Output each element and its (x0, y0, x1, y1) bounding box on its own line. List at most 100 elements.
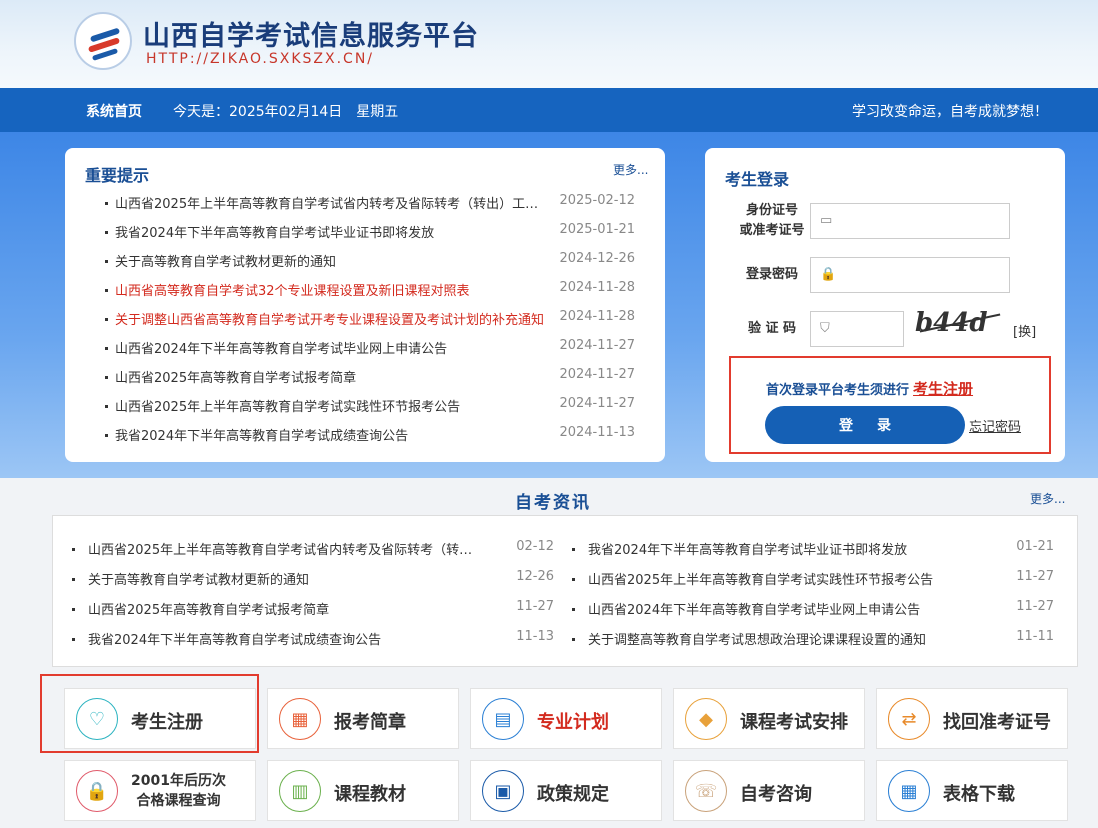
notice-item-title[interactable]: 关于高等教育自学考试教材更新的通知 (115, 251, 545, 270)
lock-icon: 🔒 (820, 267, 837, 282)
site-header: 山西自学考试信息服务平台 HTTP://ZIKAO.SXKSZX.CN/ (0, 0, 1098, 88)
bullet (105, 231, 108, 234)
notice-item-date: 2025-02-12 (559, 193, 635, 208)
notice-item[interactable]: 关于调整山西省高等教育自学考试开考专业课程设置及考试计划的补充通知 2024-11… (105, 309, 635, 329)
quick-link-tile[interactable]: ▦ 报考简章 (267, 688, 459, 749)
quick-link-tile[interactable]: ▥ 课程教材 (267, 760, 459, 821)
bullet (105, 260, 108, 263)
news-item[interactable]: 山西省2025年上半年高等教育自学考试省内转考及省际转考（转出） 02-12 (72, 539, 554, 559)
news-item-title[interactable]: 山西省2024年下半年高等教育自学考试毕业网上申请公告 (588, 599, 983, 618)
important-notice-panel: 重要提示 更多... 山西省2025年上半年高等教育自学考试省内转考及省际转考（… (65, 148, 665, 462)
notice-item-title[interactable]: 山西省2025年高等教育自学考试报考简章 (115, 367, 545, 386)
bullet (72, 548, 75, 551)
quick-link-label: 报考简章 (334, 712, 406, 733)
news-item-date: 11-27 (1016, 599, 1054, 614)
notice-item-title[interactable]: 我省2024年下半年高等教育自学考试毕业证书即将发放 (115, 222, 545, 241)
forgot-password-link[interactable]: 忘记密码 (969, 416, 1021, 435)
site-logo (74, 12, 132, 70)
notice-item[interactable]: 山西省高等教育自学考试32个专业课程设置及新旧课程对照表 2024-11-28 (105, 280, 635, 300)
notice-item[interactable]: 我省2024年下半年高等教育自学考试毕业证书即将发放 2025-01-21 (105, 222, 635, 242)
news-item[interactable]: 山西省2025年高等教育自学考试报考简章 11-27 (72, 599, 554, 619)
nav-slogan: 学习改变命运，自考成就梦想！ (852, 104, 1048, 120)
news-item-date: 12-26 (516, 569, 554, 584)
news-more-link[interactable]: 更多... (1030, 490, 1065, 507)
first-login-hint: 首次登录平台考生须进行 考生注册 (766, 380, 974, 398)
quick-link-tile[interactable]: ⇄ 找回准考证号 (876, 688, 1068, 749)
notice-more-link[interactable]: 更多... (613, 161, 648, 178)
notice-item-date: 2025-01-21 (559, 222, 635, 237)
notice-item-date: 2024-11-27 (559, 367, 635, 382)
heart-icon: ♡ (76, 698, 118, 740)
news-item-title[interactable]: 关于高等教育自学考试教材更新的通知 (88, 569, 483, 588)
bullet (105, 347, 108, 350)
quick-link-tile[interactable]: ◆ 课程考试安排 (673, 688, 865, 749)
id-label: 身份证号 或准考证号 (739, 203, 805, 238)
news-item-title[interactable]: 我省2024年下半年高等教育自学考试毕业证书即将发放 (588, 539, 983, 558)
bullet (105, 434, 108, 437)
notice-title: 重要提示 (85, 166, 150, 185)
notice-item[interactable]: 山西省2025年上半年高等教育自学考试实践性环节报考公告 2024-11-27 (105, 396, 635, 416)
news-item-title[interactable]: 山西省2025年上半年高等教育自学考试实践性环节报考公告 (588, 569, 983, 588)
bullet (72, 638, 75, 641)
register-link[interactable]: 考生注册 (913, 380, 973, 398)
notice-item[interactable]: 我省2024年下半年高等教育自学考试成绩查询公告 2024-11-13 (105, 425, 635, 445)
news-item-title[interactable]: 关于调整高等教育自学考试思想政治理论课课程设置的通知 (588, 629, 983, 648)
site-title: 山西自学考试信息服务平台 (143, 21, 479, 52)
news-item[interactable]: 关于高等教育自学考试教材更新的通知 12-26 (72, 569, 554, 589)
quick-link-tile[interactable]: ▦ 表格下载 (876, 760, 1068, 821)
id-card-icon: ⇄ (888, 698, 930, 740)
news-item[interactable]: 山西省2024年下半年高等教育自学考试毕业网上申请公告 11-27 (572, 599, 1054, 619)
news-item[interactable]: 关于调整高等教育自学考试思想政治理论课课程设置的通知 11-11 (572, 629, 1054, 649)
nav-date: 今天是：2025年02月14日 星期五 (173, 104, 399, 120)
id-number-input[interactable]: ▭ (810, 203, 1010, 239)
book-icon: ▥ (279, 770, 321, 812)
notice-item[interactable]: 山西省2025年高等教育自学考试报考简章 2024-11-27 (105, 367, 635, 387)
quick-link-label: 找回准考证号 (943, 712, 1051, 733)
notice-item-title[interactable]: 山西省2024年下半年高等教育自学考试毕业网上申请公告 (115, 338, 545, 357)
news-item-title[interactable]: 我省2024年下半年高等教育自学考试成绩查询公告 (88, 629, 483, 648)
news-item-title[interactable]: 山西省2025年上半年高等教育自学考试省内转考及省际转考（转出） (88, 539, 483, 558)
quick-link-tile[interactable]: ♡ 考生注册 (64, 688, 256, 749)
news-item-date: 11-27 (516, 599, 554, 614)
quick-link-tile[interactable]: 🔒 2001年后历次 合格课程查询 (64, 760, 256, 821)
bullet (105, 289, 108, 292)
news-item[interactable]: 我省2024年下半年高等教育自学考试毕业证书即将发放 01-21 (572, 539, 1054, 559)
bullet (105, 318, 108, 321)
nav-home-link[interactable]: 系统首页 (86, 101, 142, 121)
notice-item[interactable]: 山西省2024年下半年高等教育自学考试毕业网上申请公告 2024-11-27 (105, 338, 635, 358)
news-item-date: 11-13 (516, 629, 554, 644)
document-icon: ▤ (482, 698, 524, 740)
news-item[interactable]: 山西省2025年上半年高等教育自学考试实践性环节报考公告 11-27 (572, 569, 1054, 589)
policy-icon: ▣ (482, 770, 524, 812)
notice-item-title[interactable]: 关于调整山西省高等教育自学考试开考专业课程设置及考试计划的补充通知 (115, 309, 545, 328)
bullet (105, 202, 108, 205)
site-url: HTTP://ZIKAO.SXKSZX.CN/ (146, 51, 375, 67)
captcha-input[interactable]: ⛉ (810, 311, 904, 347)
quick-link-label: 考生注册 (131, 712, 203, 733)
bullet (572, 608, 575, 611)
news-item-date: 01-21 (1016, 539, 1054, 554)
news-item-title[interactable]: 山西省2025年高等教育自学考试报考简章 (88, 599, 483, 618)
captcha-refresh-link[interactable]: [换] (1013, 321, 1036, 340)
notice-item[interactable]: 山西省2025年上半年高等教育自学考试省内转考及省际转考（转出）工作的通知 202… (105, 193, 635, 213)
quick-link-tile[interactable]: ☏ 自考咨询 (673, 760, 865, 821)
notice-item[interactable]: 关于高等教育自学考试教材更新的通知 2024-12-26 (105, 251, 635, 271)
news-item[interactable]: 我省2024年下半年高等教育自学考试成绩查询公告 11-13 (72, 629, 554, 649)
quick-link-tile[interactable]: ▣ 政策规定 (470, 760, 662, 821)
quick-link-label: 2001年后历次 合格课程查询 (131, 773, 226, 809)
notice-item-title[interactable]: 山西省高等教育自学考试32个专业课程设置及新旧课程对照表 (115, 280, 545, 299)
notice-item-title[interactable]: 山西省2025年上半年高等教育自学考试实践性环节报考公告 (115, 396, 545, 415)
lock-icon: 🔒 (76, 770, 118, 812)
quick-link-label: 课程教材 (334, 784, 406, 805)
login-button[interactable]: 登录 (765, 406, 965, 444)
bullet (105, 376, 108, 379)
notice-item-title[interactable]: 我省2024年下半年高等教育自学考试成绩查询公告 (115, 425, 545, 444)
login-title: 考生登录 (725, 170, 790, 189)
notice-item-title[interactable]: 山西省2025年上半年高等教育自学考试省内转考及省际转考（转出）工作的通知 (115, 193, 545, 212)
quick-link-tile[interactable]: ▤ 专业计划 (470, 688, 662, 749)
quick-link-label: 自考咨询 (740, 784, 812, 805)
id-card-icon: ▭ (820, 213, 833, 228)
captcha-image[interactable]: b44d (915, 308, 1005, 346)
password-input[interactable]: 🔒 (810, 257, 1010, 293)
quick-link-label: 表格下载 (943, 784, 1015, 805)
